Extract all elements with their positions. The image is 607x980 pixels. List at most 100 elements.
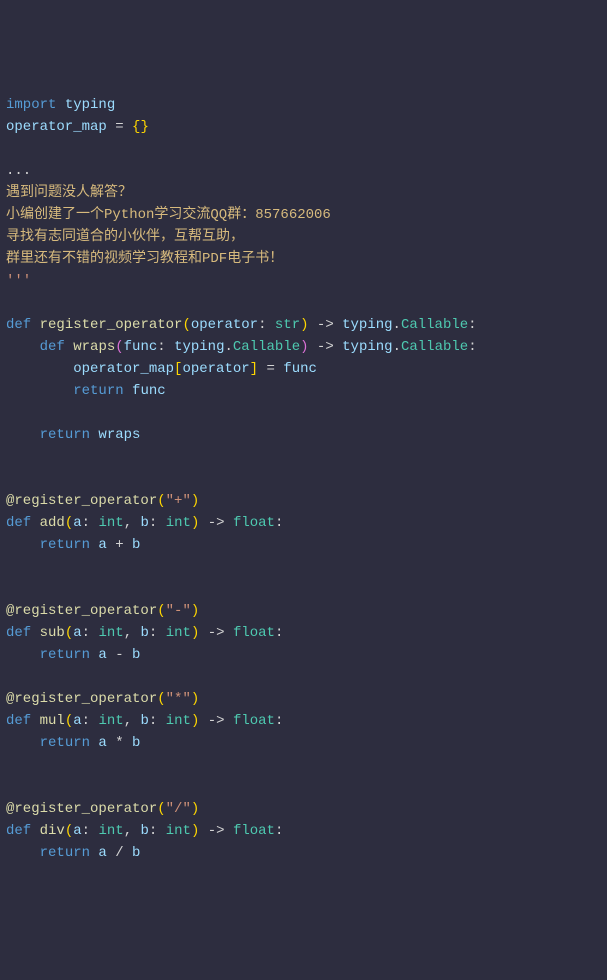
comment-line-4: 群里还有不错的视频学习教程和PDF电子书！ xyxy=(6,251,283,267)
key-operator: operator xyxy=(182,361,249,377)
decorator-add: @register_operator xyxy=(6,493,157,509)
colon-end: : xyxy=(275,515,283,531)
op-slash: / xyxy=(115,845,123,861)
colon: : xyxy=(82,625,99,641)
arrow: -> xyxy=(199,823,233,839)
decorator-mul: @register_operator xyxy=(6,691,157,707)
param-b: b xyxy=(141,515,149,531)
paren-open: ( xyxy=(157,493,165,509)
kw-def: def xyxy=(6,317,31,333)
colon: : xyxy=(82,823,99,839)
arrow: -> xyxy=(199,515,233,531)
comment-line-2: 小编创建了一个Python学习交流QQ群：857662006 xyxy=(6,207,331,223)
paren-close: ) xyxy=(191,603,199,619)
expr-b: b xyxy=(124,845,141,861)
paren-close: ) xyxy=(300,339,308,355)
paren-close: ) xyxy=(191,823,199,839)
comma: , xyxy=(124,625,141,641)
paren-open: ( xyxy=(157,801,165,817)
paren-open: ( xyxy=(115,339,123,355)
kw-return: return xyxy=(40,735,90,751)
fn-div: div xyxy=(40,823,65,839)
ellipsis: ... xyxy=(6,163,31,179)
kw-import: import xyxy=(6,97,56,113)
colon-end: : xyxy=(275,713,283,729)
comment-line-1: 遇到问题没人解答？ xyxy=(6,185,132,201)
arrow: -> xyxy=(199,713,233,729)
dot: . xyxy=(393,317,401,333)
kw-def: def xyxy=(6,823,31,839)
dot: . xyxy=(225,339,233,355)
expr-a: a xyxy=(90,647,115,663)
str-star: "*" xyxy=(166,691,191,707)
type-float: float xyxy=(233,823,275,839)
type-int: int xyxy=(166,823,191,839)
comma: , xyxy=(124,713,141,729)
kw-return: return xyxy=(40,537,90,553)
paren-open: ( xyxy=(157,603,165,619)
ret-callable: Callable xyxy=(401,339,468,355)
kw-return: return xyxy=(40,845,90,861)
kw-return: return xyxy=(40,647,90,663)
str-plus: "+" xyxy=(166,493,191,509)
op-eq: = xyxy=(107,119,132,135)
expr-a: a xyxy=(90,735,115,751)
comma: , xyxy=(124,823,141,839)
var-operator-map: operator_map xyxy=(6,119,107,135)
decorator-div: @register_operator xyxy=(6,801,157,817)
colon-end: : xyxy=(275,823,283,839)
colon-end: : xyxy=(275,625,283,641)
kw-return: return xyxy=(73,383,123,399)
decorator-sub: @register_operator xyxy=(6,603,157,619)
str-minus: "-" xyxy=(166,603,191,619)
param-a: a xyxy=(73,515,81,531)
code-block: import typing operator_map = {} ... 遇到问题… xyxy=(6,94,601,864)
colon-end: : xyxy=(468,339,476,355)
param-b: b xyxy=(141,823,149,839)
paren-close: ) xyxy=(300,317,308,333)
fn-wraps: wraps xyxy=(73,339,115,355)
type-str: str xyxy=(275,317,300,333)
comment-line-3: 寻找有志同道合的小伙伴，互帮互助， xyxy=(6,229,244,245)
paren-close: ) xyxy=(191,493,199,509)
colon: : xyxy=(157,339,174,355)
expr-a: a xyxy=(90,845,115,861)
type-int: int xyxy=(98,713,123,729)
paren-close: ) xyxy=(191,801,199,817)
expr-b: b xyxy=(124,537,141,553)
fn-register-operator: register_operator xyxy=(40,317,183,333)
kw-def: def xyxy=(40,339,65,355)
type-float: float xyxy=(233,625,275,641)
bracket-close: ] xyxy=(250,361,258,377)
param-b: b xyxy=(141,625,149,641)
type-int: int xyxy=(166,625,191,641)
arrow: -> xyxy=(309,339,343,355)
colon: : xyxy=(82,713,99,729)
fn-add: add xyxy=(40,515,65,531)
param-b: b xyxy=(141,713,149,729)
kw-return: return xyxy=(40,427,90,443)
expr-a: a xyxy=(90,537,115,553)
val-func: func xyxy=(283,361,317,377)
kw-def: def xyxy=(6,713,31,729)
op-eq: = xyxy=(258,361,283,377)
arrow: -> xyxy=(309,317,343,333)
type-int: int xyxy=(98,823,123,839)
kw-def: def xyxy=(6,515,31,531)
param-a: a xyxy=(73,713,81,729)
type-int: int xyxy=(166,515,191,531)
docstring-end: ''' xyxy=(6,273,31,289)
ret-func: func xyxy=(124,383,166,399)
brace-close: } xyxy=(140,119,148,135)
arrow: -> xyxy=(199,625,233,641)
expr-b: b xyxy=(124,735,141,751)
paren-open: ( xyxy=(65,625,73,641)
colon: : xyxy=(149,823,166,839)
ret-typing: typing xyxy=(342,317,392,333)
expr-b: b xyxy=(124,647,141,663)
ret-wraps: wraps xyxy=(90,427,140,443)
type-typing: typing xyxy=(174,339,224,355)
fn-mul: mul xyxy=(40,713,65,729)
paren-open: ( xyxy=(65,823,73,839)
ret-callable: Callable xyxy=(401,317,468,333)
